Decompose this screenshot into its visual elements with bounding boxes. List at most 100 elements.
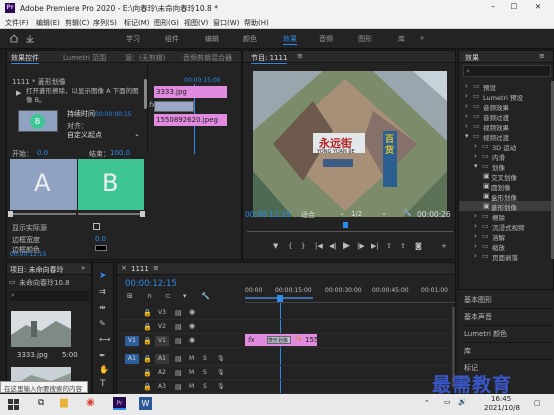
microphone-icon[interactable]: 🎙 — [217, 355, 225, 362]
chevron-right-icon[interactable]: › — [474, 142, 477, 150]
timeline-timecode[interactable]: 00:00:12:15 — [125, 279, 177, 289]
pen-tool-icon[interactable]: ✒ — [99, 351, 106, 360]
effects-tree-item[interactable]: ▣ 圆划像 — [459, 181, 551, 191]
workspace-tab-editing[interactable]: 编辑 — [205, 34, 219, 44]
close-icon[interactable]: × — [121, 264, 127, 272]
hamburger-icon[interactable]: ≡ — [539, 52, 545, 60]
chevron-right-icon[interactable]: › — [465, 112, 468, 120]
track-name[interactable]: A1 — [155, 354, 169, 364]
track-name[interactable]: V2 — [155, 322, 169, 332]
home-icon[interactable] — [9, 34, 19, 43]
track-name[interactable]: A3 — [155, 382, 169, 392]
toggle-sync-lock-icon[interactable]: ▤ — [175, 337, 182, 345]
menu-graphics[interactable]: 图形(G) — [154, 18, 179, 28]
menu-clip[interactable]: 剪辑(C) — [65, 18, 89, 28]
panel-libraries[interactable]: 库 — [464, 346, 552, 360]
notification-icon[interactable]: ▢ — [534, 399, 541, 407]
workspace-tab-libraries[interactable]: 库 — [398, 34, 405, 44]
effects-tree-item[interactable]: › ▭ 内滑 — [459, 151, 551, 161]
add-marker-icon[interactable]: ▼ — [273, 242, 278, 250]
razor-tool-icon[interactable]: ✎ — [99, 319, 106, 328]
effects-tree-item[interactable]: › ▭ 预设 — [459, 81, 551, 91]
effects-tree-item[interactable]: › ▭ 3D 运动 — [459, 141, 551, 151]
eye-icon[interactable]: ◉ — [189, 308, 195, 316]
tab-lumetri-scopes[interactable]: Lumetri 范围 — [63, 53, 106, 63]
panel-essential-graphics[interactable]: 基本图形 — [464, 295, 552, 309]
track-name[interactable]: V3 — [155, 308, 169, 318]
effect-preset-icon[interactable]: ▣ — [483, 182, 490, 190]
end-slider[interactable] — [78, 211, 145, 217]
menu-help[interactable]: 帮助(H) — [244, 18, 269, 28]
effects-tree-item[interactable]: › ▭ 页面剥落 — [459, 251, 551, 261]
tab-audio-clip-mixer[interactable]: 音频剪辑混合器 — [183, 53, 239, 63]
play-transition-button[interactable]: ▶ — [16, 89, 21, 97]
close-button[interactable]: ✕ — [531, 2, 545, 11]
step-forward-icon[interactable]: |▶ — [357, 242, 365, 250]
toggle-sync-lock-icon[interactable]: ▤ — [175, 309, 182, 317]
tray-chevron-icon[interactable]: ⌃ — [424, 399, 430, 407]
toggle-sync-lock-icon[interactable]: ▤ — [175, 323, 182, 331]
double-chevron-icon[interactable]: » — [81, 264, 85, 272]
effects-tree-item[interactable]: › ▭ 溶解 — [459, 231, 551, 241]
transition-preview-box[interactable]: B — [18, 110, 58, 132]
effects-tree-item[interactable]: › ▭ 擦除 — [459, 211, 551, 221]
effects-tree-item[interactable]: ▣ 交叉划像 — [459, 171, 551, 181]
type-tool-icon[interactable]: T — [100, 379, 106, 389]
selection-tool-icon[interactable]: ➤ — [99, 271, 107, 281]
resolution-select[interactable]: 1/2 ⌄ — [351, 209, 387, 220]
effects-tree-item[interactable]: ▾ ▭ 划像 — [459, 161, 551, 171]
panel-essential-sound[interactable]: 基本声音 — [464, 312, 552, 326]
effects-tree-item[interactable]: › ▭ 视频效果 — [459, 121, 551, 131]
wrench-icon[interactable]: 🔧 — [403, 209, 412, 217]
premiere-taskbar-icon[interactable]: Pr — [113, 397, 126, 410]
clock-time[interactable]: 16:45 — [491, 395, 511, 403]
panel-lumetri-color[interactable]: Lumetri 颜色 — [464, 329, 552, 343]
chevron-right-icon[interactable]: › — [474, 152, 477, 160]
effects-tree-item[interactable]: ▾ ▭ 视频过渡 — [459, 131, 551, 141]
workspace-tab-color[interactable]: 颜色 — [243, 34, 257, 44]
project-thumbnail-1[interactable] — [11, 311, 71, 347]
border-color-swatch[interactable] — [95, 245, 107, 251]
eye-icon[interactable]: ◉ — [189, 322, 195, 330]
effects-tree-item[interactable]: › ▭ 音频效果 — [459, 101, 551, 111]
workspace-tab-learn[interactable]: 学习 — [126, 34, 140, 44]
toggle-sync-lock-icon[interactable]: ▤ — [175, 355, 182, 363]
volume-icon[interactable]: 🔊 — [458, 398, 467, 406]
eye-icon[interactable]: ◉ — [189, 336, 195, 344]
wrench-icon[interactable]: 🔧 — [201, 292, 210, 300]
chevron-right-icon[interactable]: › — [465, 102, 468, 110]
toggle-sync-lock-icon[interactable]: ▤ — [175, 369, 182, 377]
show-actual-checkbox[interactable] — [93, 223, 100, 230]
effects-tree-item[interactable]: ▣ 盒形划像 — [459, 191, 551, 201]
workspace-tab-graphics[interactable]: 图形 — [358, 34, 372, 44]
v1-transition-marker[interactable]: 菱形划像 — [267, 336, 291, 344]
solo-button[interactable]: S — [203, 369, 207, 376]
chevron-right-icon[interactable]: › — [465, 92, 468, 100]
program-playhead[interactable] — [343, 222, 348, 228]
menu-file[interactable]: 文件(F) — [5, 18, 29, 28]
border-width-value[interactable]: 0.0 — [95, 235, 106, 243]
chrome-icon[interactable]: ◉ — [86, 397, 95, 408]
clock-date[interactable]: 2021/10/8 — [484, 404, 520, 412]
effects-tree-item[interactable]: › ▭ 音频过渡 — [459, 111, 551, 121]
tab-source[interactable]: 源：(无剪辑) — [125, 53, 165, 63]
extract-icon[interactable]: ⇪ — [400, 242, 406, 250]
hamburger-icon[interactable]: ≡ — [297, 52, 303, 60]
menu-edit[interactable]: 编辑(E) — [36, 18, 60, 28]
chevron-right-icon[interactable]: › — [465, 82, 468, 90]
word-taskbar-icon[interactable]: W — [139, 397, 152, 410]
solo-button[interactable]: S — [203, 355, 207, 362]
mark-in-icon[interactable]: { — [288, 242, 292, 250]
chevron-right-icon[interactable]: › — [474, 212, 477, 220]
windows-start-icon[interactable] — [8, 399, 19, 410]
project-search-field[interactable]: ⌕ — [9, 291, 89, 301]
go-to-out-icon[interactable]: ▶| — [371, 242, 379, 250]
program-timeline-ruler[interactable] — [247, 222, 453, 232]
timeline-ruler[interactable]: 00:00 00:00:15:00 00:00:30:00 00:00:45:0… — [245, 283, 455, 303]
toggle-sync-lock-icon[interactable]: ▤ — [175, 383, 182, 391]
effects-tree-item[interactable]: ▣ 菱形划像 — [459, 201, 551, 211]
track-lock-icon[interactable]: 🔒 — [143, 323, 152, 331]
ripple-edit-tool-icon[interactable]: ⇹ — [99, 303, 106, 312]
hand-tool-icon[interactable]: ✋ — [99, 365, 109, 374]
export-frame-icon[interactable]: ◙ — [415, 242, 422, 250]
